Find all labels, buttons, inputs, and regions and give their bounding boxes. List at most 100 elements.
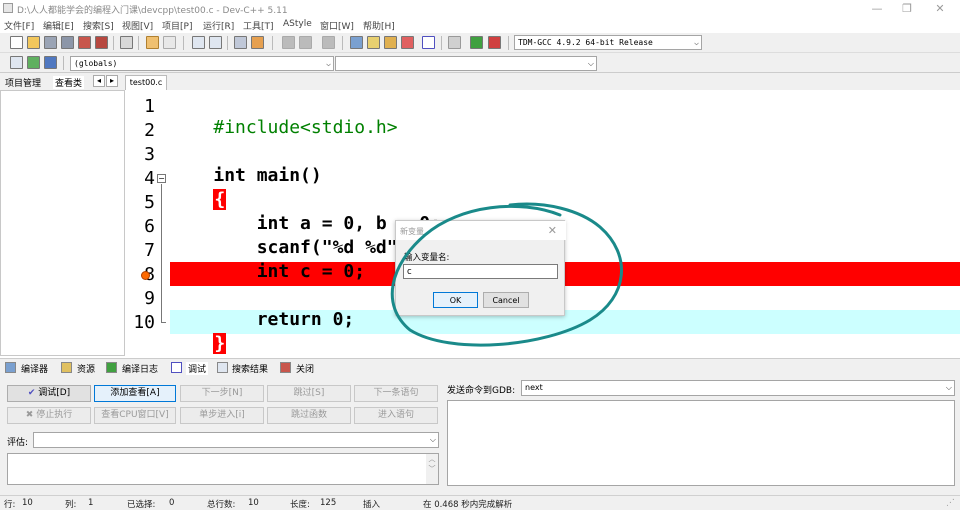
status-col: 1 [88, 498, 94, 508]
indent-icon[interactable] [282, 36, 295, 49]
scope-select[interactable]: (globals) ⌵ [70, 56, 334, 71]
compiler-icon [5, 362, 16, 373]
menu-edit[interactable]: 编辑[E] [43, 19, 74, 32]
goto-bookmark-icon[interactable] [27, 56, 40, 69]
stop-icon[interactable] [448, 36, 461, 49]
breakpoint-marker-icon[interactable] [141, 271, 150, 280]
menu-astyle[interactable]: AStyle [283, 19, 312, 29]
chevron-down-icon: ⌵ [326, 59, 331, 68]
next-statement-button[interactable]: 下一条语句 [354, 385, 438, 402]
tab-compiler[interactable]: 编译器 [21, 362, 48, 375]
menu-tools[interactable]: 工具[T] [243, 19, 274, 32]
minimize-button[interactable]: — [862, 0, 892, 17]
resources-icon [61, 362, 72, 373]
run-icon[interactable] [367, 36, 380, 49]
menu-help[interactable]: 帮助[H] [363, 19, 395, 32]
restore-button[interactable]: ❐ [892, 0, 922, 17]
menu-project[interactable]: 项目[P] [162, 19, 192, 32]
search-results-icon [217, 362, 228, 373]
line-number: 10 [133, 312, 155, 333]
next-step-button[interactable]: 下一步[N] [180, 385, 264, 402]
stop-execution-label: 停止执行 [36, 410, 73, 420]
line-number: 9 [144, 288, 155, 309]
compile-run-icon[interactable] [384, 36, 397, 49]
chevron-down-icon: ⌵ [429, 435, 436, 444]
profile-icon[interactable] [470, 36, 483, 49]
tab-close[interactable]: 关闭 [296, 362, 314, 375]
tab-class-browser[interactable]: 查看类 [53, 76, 85, 89]
debug-icon[interactable] [488, 36, 501, 49]
debug-tab-icon [171, 362, 182, 373]
scrollbar[interactable]: ︿ ﹀ [426, 454, 438, 484]
tab-nav-right-icon[interactable]: ▸ [106, 75, 118, 87]
close-file-icon[interactable] [78, 36, 91, 49]
line-number: 7 [144, 240, 155, 261]
line-number: 3 [144, 144, 155, 165]
menu-file[interactable]: 文件[F] [4, 19, 34, 32]
tab-project-manager[interactable]: 项目管理 [5, 76, 41, 89]
main-toolbar: TDM-GCC 4.9.2 64-bit Release ⌵ [0, 33, 960, 53]
debug-button[interactable]: ✔ 调试[D] [7, 385, 91, 402]
status-total: 10 [248, 498, 259, 508]
close-all-icon[interactable] [95, 36, 108, 49]
evaluate-output[interactable]: ︿ ﹀ [7, 453, 439, 485]
toggle-comment-icon[interactable] [322, 36, 335, 49]
skip-button[interactable]: 跳过[S] [267, 385, 351, 402]
close-button[interactable]: ✕ [925, 0, 955, 17]
chevron-down-icon: ⌵ [694, 38, 699, 47]
view-cpu-button[interactable]: 查看CPU窗口[V] [94, 407, 176, 424]
function-select[interactable]: ⌵ [335, 56, 597, 71]
tab-debug[interactable]: 调试 [186, 362, 209, 375]
chevron-down-icon: ⌵ [587, 59, 594, 68]
step-into-button[interactable]: 单步进入[i] [180, 407, 264, 424]
fold-end [161, 322, 166, 323]
gdb-command-value: next [525, 383, 543, 392]
menu-view[interactable]: 视图[V] [122, 19, 153, 32]
menu-run[interactable]: 运行[R] [203, 19, 234, 32]
tab-compile-log[interactable]: 编译日志 [122, 362, 158, 375]
tab-nav-left-icon[interactable]: ◂ [93, 75, 105, 87]
stop-execution-button[interactable]: ✖ 停止执行 [7, 407, 91, 424]
annotation-stroke [390, 202, 623, 347]
open-file-icon[interactable] [27, 36, 40, 49]
editor-tab-test00[interactable]: test00.c [125, 75, 167, 90]
insert-icon[interactable] [10, 56, 23, 69]
save-icon[interactable] [44, 36, 57, 49]
add-watch-button[interactable]: 添加查看[A] [94, 385, 176, 402]
tab-search-results[interactable]: 搜索结果 [232, 362, 268, 375]
goto-icon[interactable] [234, 36, 247, 49]
line-number: 5 [144, 192, 155, 213]
project-tree[interactable] [0, 90, 125, 356]
line-number: 2 [144, 120, 155, 141]
undo-icon[interactable] [146, 36, 159, 49]
evaluate-input[interactable]: ⌵ [33, 432, 439, 448]
bottom-panel-tabs: 编译器 资源 编译日志 调试 搜索结果 关闭 [0, 358, 960, 375]
resize-grip-icon[interactable]: ⋰ [946, 498, 955, 508]
step-over-function-button[interactable]: 跳过函数 [267, 407, 351, 424]
gdb-output[interactable] [447, 400, 955, 486]
compiler-select[interactable]: TDM-GCC 4.9.2 64-bit Release ⌵ [514, 35, 702, 50]
unindent-icon[interactable] [299, 36, 312, 49]
check-syntax-icon[interactable] [422, 36, 435, 49]
tab-resources[interactable]: 资源 [77, 362, 95, 375]
rebuild-icon[interactable] [401, 36, 414, 49]
fold-collapse-icon[interactable]: − [157, 174, 166, 183]
redo-icon[interactable] [163, 36, 176, 49]
code-text: #include<stdio.h> [213, 117, 398, 138]
replace-icon[interactable] [209, 36, 222, 49]
menu-window[interactable]: 窗口[W] [320, 19, 354, 32]
compile-icon[interactable] [350, 36, 363, 49]
toggle-bookmark-icon[interactable] [44, 56, 57, 69]
code-text: return 0; [213, 309, 355, 330]
status-row-label: 行: [4, 500, 16, 510]
menu-search[interactable]: 搜索[S] [83, 19, 114, 32]
gdb-command-input[interactable]: next ⌵ [521, 380, 955, 396]
print-icon[interactable] [120, 36, 133, 49]
find-icon[interactable] [192, 36, 205, 49]
title-bar: D:\人人都能学会的编程入门课\devcpp\test00.c - Dev-C+… [0, 0, 960, 17]
enter-statement-button[interactable]: 进入语句 [354, 407, 438, 424]
left-panel-tabs: 项目管理 查看类 ◂ ▸ [0, 73, 125, 90]
new-file-icon[interactable] [10, 36, 23, 49]
save-all-icon[interactable] [61, 36, 74, 49]
bookmark-icon[interactable] [251, 36, 264, 49]
